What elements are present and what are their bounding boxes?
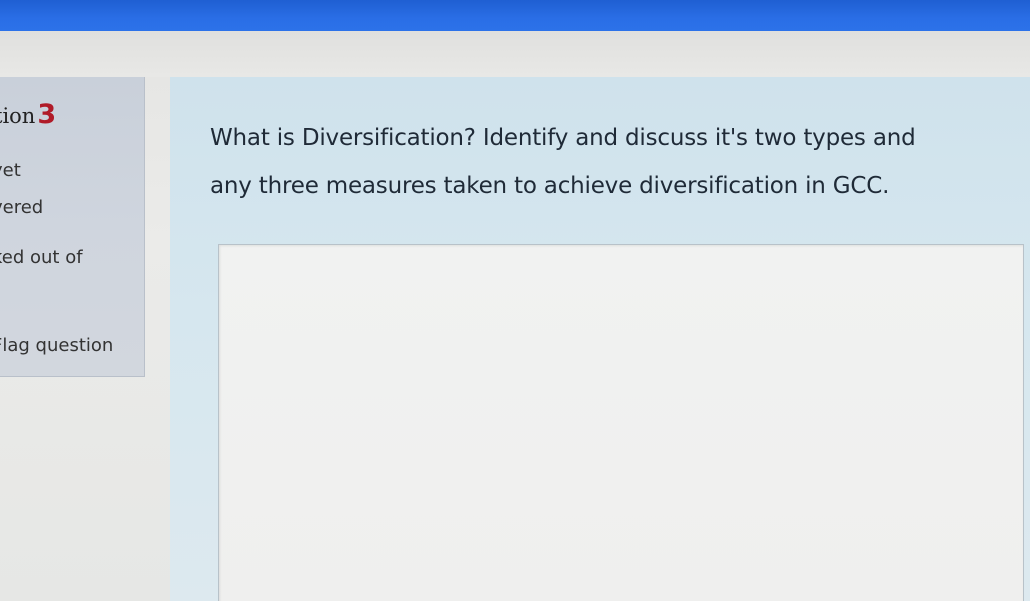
question-heading-label: tion — [0, 104, 36, 128]
question-text-line1: What is Diversification? Identify and di… — [210, 125, 916, 151]
question-content-panel: What is Diversification? Identify and di… — [170, 77, 1030, 601]
question-number: 3 — [37, 99, 57, 130]
question-text-line2: any three measures taken to achieve dive… — [210, 173, 890, 199]
answer-textarea[interactable] — [218, 244, 1024, 601]
answer-status-line2: vered — [0, 197, 44, 218]
page-header-strip — [0, 31, 1030, 77]
browser-top-bar — [0, 0, 1030, 31]
flag-question-link[interactable]: Flag question — [0, 335, 113, 356]
question-info-panel: tion3 yet vered ked out of Flag question — [0, 77, 145, 377]
marks-label: ked out of — [0, 247, 83, 268]
question-heading: tion3 — [0, 99, 56, 130]
question-text: What is Diversification? Identify and di… — [210, 114, 1025, 210]
answer-status-line1: yet — [0, 160, 21, 181]
